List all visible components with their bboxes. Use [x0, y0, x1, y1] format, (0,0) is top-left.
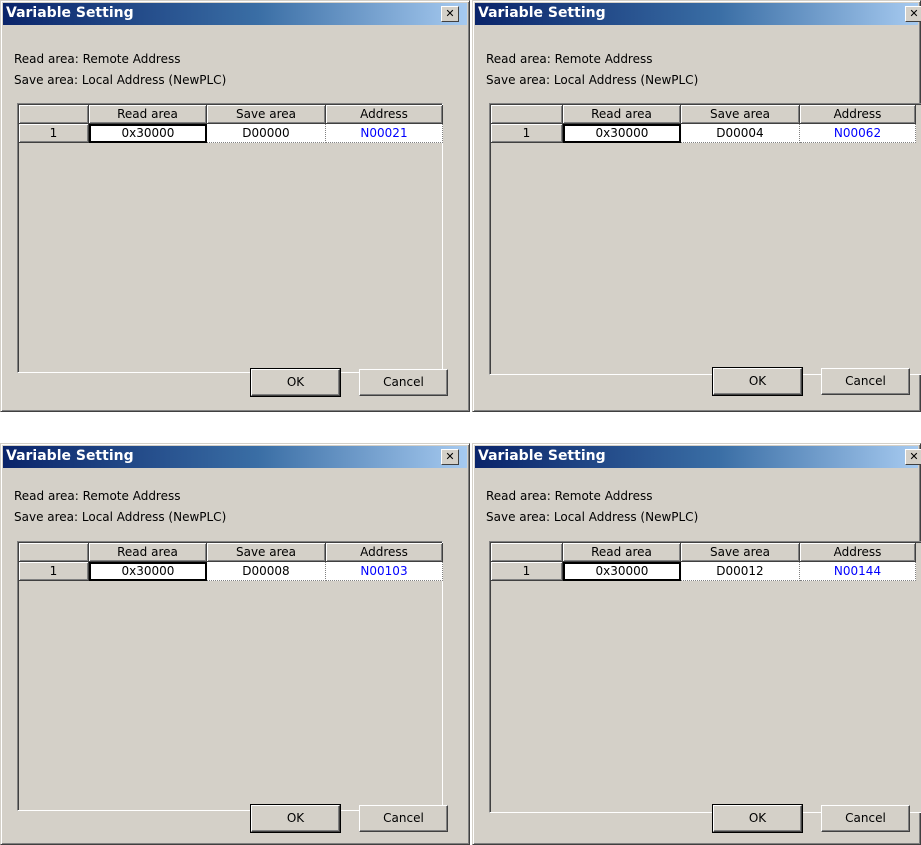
- column-header-read-area[interactable]: Read area: [563, 543, 681, 562]
- close-button[interactable]: ✕: [441, 6, 459, 22]
- address-cell[interactable]: N00144: [800, 562, 916, 581]
- row-header[interactable]: 1: [491, 562, 563, 581]
- read-area-info: Read area: Remote Address: [486, 489, 653, 503]
- title-bar[interactable]: Variable Setting ✕: [3, 446, 467, 468]
- dialog-title: Variable Setting: [478, 5, 606, 21]
- save-area-info: Save area: Local Address (NewPLC): [486, 510, 699, 524]
- read-area-cell[interactable]: 0x30000: [89, 124, 207, 143]
- save-area-cell[interactable]: D00012: [681, 562, 800, 581]
- ok-button[interactable]: OK: [712, 367, 803, 396]
- column-header-address[interactable]: Address: [800, 543, 916, 562]
- title-bar[interactable]: Variable Setting ✕: [475, 3, 921, 25]
- ok-button[interactable]: OK: [250, 368, 341, 397]
- dialog-title: Variable Setting: [6, 448, 134, 464]
- ok-button[interactable]: OK: [712, 804, 803, 833]
- dialog-title: Variable Setting: [6, 5, 134, 21]
- variable-grid: Read area Save area Address 1 0x30000 D0…: [489, 541, 921, 813]
- read-area-cell[interactable]: 0x30000: [89, 562, 207, 581]
- column-header-read-area[interactable]: Read area: [563, 105, 681, 124]
- row-header[interactable]: 1: [19, 562, 89, 581]
- cancel-button[interactable]: Cancel: [359, 805, 448, 832]
- variable-setting-dialog-1: Variable Setting ✕ Read area: Remote Add…: [0, 0, 470, 412]
- column-header-address[interactable]: Address: [326, 543, 443, 562]
- column-header-address[interactable]: Address: [326, 105, 443, 124]
- column-header-save-area[interactable]: Save area: [681, 105, 800, 124]
- read-area-info: Read area: Remote Address: [486, 52, 653, 66]
- dialog-title: Variable Setting: [478, 448, 606, 464]
- variable-setting-dialog-4: Variable Setting ✕ Read area: Remote Add…: [472, 443, 921, 845]
- row-header[interactable]: 1: [19, 124, 89, 143]
- read-area-info: Read area: Remote Address: [14, 52, 181, 66]
- address-cell[interactable]: N00062: [800, 124, 916, 143]
- variable-setting-dialog-3: Variable Setting ✕ Read area: Remote Add…: [0, 443, 470, 845]
- row-header[interactable]: 1: [491, 124, 563, 143]
- grid-corner: [491, 543, 563, 562]
- column-header-address[interactable]: Address: [800, 105, 916, 124]
- column-header-save-area[interactable]: Save area: [207, 105, 326, 124]
- read-area-info: Read area: Remote Address: [14, 489, 181, 503]
- variable-grid: Read area Save area Address 1 0x30000 D0…: [17, 103, 443, 373]
- read-area-cell[interactable]: 0x30000: [563, 124, 681, 143]
- save-area-cell[interactable]: D00000: [207, 124, 326, 143]
- column-header-read-area[interactable]: Read area: [89, 105, 207, 124]
- cancel-button[interactable]: Cancel: [821, 368, 910, 395]
- save-area-cell[interactable]: D00004: [681, 124, 800, 143]
- column-header-save-area[interactable]: Save area: [681, 543, 800, 562]
- variable-grid: Read area Save area Address 1 0x30000 D0…: [489, 103, 921, 375]
- grid-corner: [19, 543, 89, 562]
- ok-button[interactable]: OK: [250, 804, 341, 833]
- grid-corner: [19, 105, 89, 124]
- save-area-info: Save area: Local Address (NewPLC): [14, 73, 227, 87]
- close-button[interactable]: ✕: [441, 449, 459, 465]
- close-button[interactable]: ✕: [905, 449, 921, 465]
- save-area-cell[interactable]: D00008: [207, 562, 326, 581]
- title-bar[interactable]: Variable Setting ✕: [3, 3, 467, 25]
- cancel-button[interactable]: Cancel: [359, 369, 448, 396]
- variable-setting-dialog-2: Variable Setting ✕ Read area: Remote Add…: [472, 0, 921, 412]
- save-area-info: Save area: Local Address (NewPLC): [486, 73, 699, 87]
- title-bar[interactable]: Variable Setting ✕: [475, 446, 921, 468]
- cancel-button[interactable]: Cancel: [821, 805, 910, 832]
- read-area-cell[interactable]: 0x30000: [563, 562, 681, 581]
- address-cell[interactable]: N00021: [326, 124, 443, 143]
- column-header-save-area[interactable]: Save area: [207, 543, 326, 562]
- save-area-info: Save area: Local Address (NewPLC): [14, 510, 227, 524]
- close-button[interactable]: ✕: [905, 6, 921, 22]
- address-cell[interactable]: N00103: [326, 562, 443, 581]
- grid-corner: [491, 105, 563, 124]
- variable-grid: Read area Save area Address 1 0x30000 D0…: [17, 541, 443, 811]
- column-header-read-area[interactable]: Read area: [89, 543, 207, 562]
